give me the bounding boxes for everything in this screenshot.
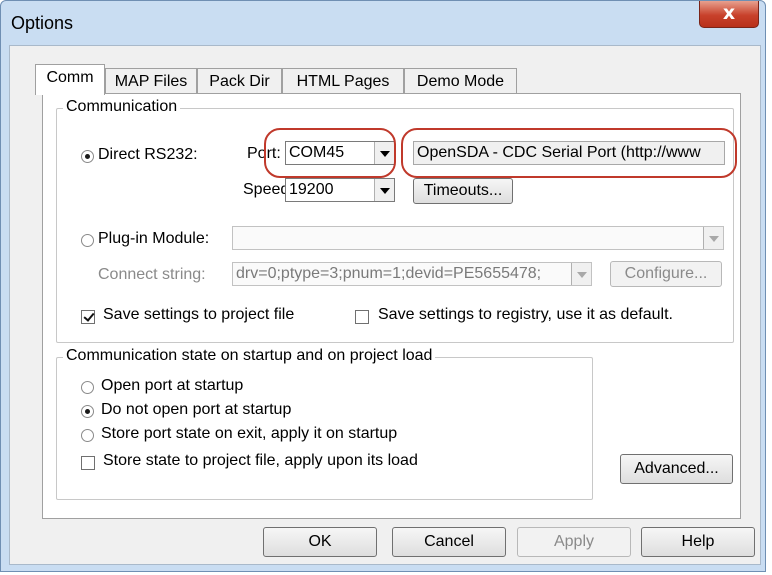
direct-rs232-label[interactable]: Direct RS232:	[98, 146, 198, 164]
save-to-project-checkbox[interactable]	[81, 310, 95, 324]
connect-string-label: Connect string:	[98, 266, 206, 283]
plugin-module-label[interactable]: Plug-in Module:	[98, 230, 209, 248]
close-icon: x	[722, 2, 736, 24]
help-button[interactable]: Help	[641, 527, 755, 557]
speed-select[interactable]: 19200	[285, 178, 395, 202]
dialog-client-area: Comm MAP Files Pack Dir HTML Pages Demo …	[9, 45, 761, 565]
ok-button[interactable]: OK	[263, 527, 377, 557]
store-port-state-label[interactable]: Store port state on exit, apply it on st…	[101, 425, 397, 443]
connect-string-select[interactable]: drv=0;ptype=3;pnum=1;devid=PE5655478;	[232, 262, 592, 286]
options-dialog: Options x Comm MAP Files Pack Dir HTML P…	[0, 0, 766, 572]
store-to-project-checkbox[interactable]	[81, 456, 95, 470]
cancel-button[interactable]: Cancel	[392, 527, 506, 557]
speed-value: 19200	[289, 181, 334, 198]
direct-rs232-radio[interactable]	[81, 150, 94, 163]
save-to-registry-checkbox[interactable]	[355, 310, 369, 324]
tab-comm[interactable]: Comm	[35, 64, 105, 95]
store-to-project-label[interactable]: Store state to project file, apply upon …	[103, 452, 418, 470]
chevron-down-icon[interactable]	[374, 179, 394, 201]
tab-html-pages[interactable]: HTML Pages	[282, 68, 404, 94]
chevron-down-icon[interactable]	[571, 263, 591, 285]
store-port-state-radio[interactable]	[81, 429, 94, 442]
startup-state-group-label: Communication state on startup and on pr…	[63, 347, 436, 365]
chevron-down-icon[interactable]	[703, 227, 723, 249]
connect-string-value: drv=0;ptype=3;pnum=1;devid=PE5655478;	[236, 265, 542, 282]
open-port-radio[interactable]	[81, 381, 94, 394]
port-highlight-ring	[264, 128, 396, 178]
do-not-open-port-radio[interactable]	[81, 405, 94, 418]
tab-pack-dir[interactable]: Pack Dir	[197, 68, 282, 94]
save-to-registry-label[interactable]: Save settings to registry, use it as def…	[378, 306, 673, 324]
timeouts-button[interactable]: Timeouts...	[413, 178, 513, 204]
plugin-module-select[interactable]	[232, 226, 724, 250]
plugin-module-radio[interactable]	[81, 234, 94, 247]
open-port-label[interactable]: Open port at startup	[101, 377, 243, 395]
port-description-highlight-ring	[401, 128, 737, 178]
tab-demo-mode[interactable]: Demo Mode	[404, 68, 517, 94]
close-button[interactable]: x	[699, 1, 759, 28]
apply-button[interactable]: Apply	[517, 527, 631, 557]
window-title: Options	[11, 13, 74, 33]
save-to-project-label[interactable]: Save settings to project file	[103, 306, 294, 324]
do-not-open-port-label[interactable]: Do not open port at startup	[101, 401, 291, 419]
tab-map-files[interactable]: MAP Files	[105, 68, 197, 94]
advanced-button[interactable]: Advanced...	[620, 454, 733, 484]
communication-group-label: Communication	[63, 98, 181, 116]
configure-button[interactable]: Configure...	[610, 261, 722, 287]
